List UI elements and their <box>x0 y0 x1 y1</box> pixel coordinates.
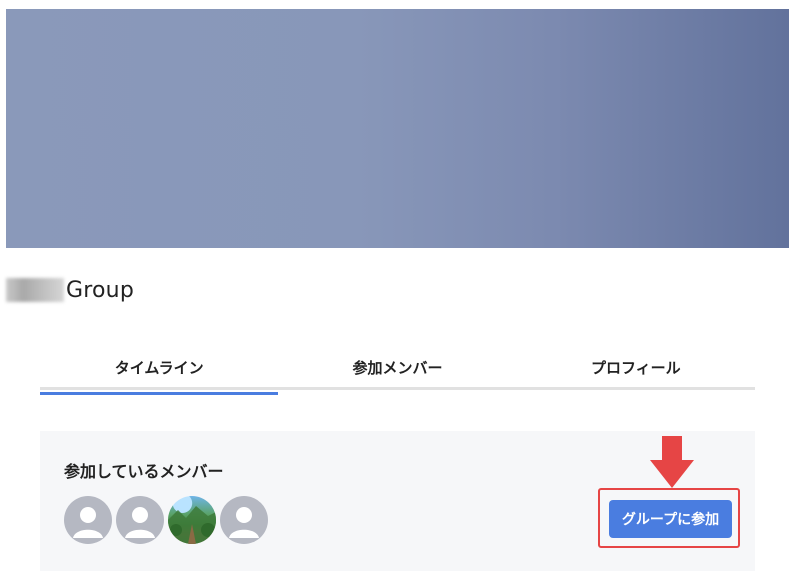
tab-profile-label: プロフィール <box>590 359 681 377</box>
user-icon <box>125 507 155 538</box>
member-avatar[interactable] <box>64 496 112 544</box>
member-avatar[interactable] <box>116 496 164 544</box>
redacted-group-name <box>6 278 64 302</box>
down-arrow-icon <box>650 436 694 488</box>
group-cover-image <box>6 9 789 248</box>
join-group-button[interactable]: グループに参加 <box>609 500 732 538</box>
member-avatar-list <box>64 496 268 544</box>
user-icon <box>229 507 259 538</box>
tab-members-label: 参加メンバー <box>352 359 443 377</box>
tab-members[interactable]: 参加メンバー <box>278 354 516 390</box>
group-title-text: Group <box>66 277 134 303</box>
group-title: Group <box>6 276 134 304</box>
tab-bar: タイムライン 参加メンバー プロフィール <box>40 354 755 395</box>
tab-timeline[interactable]: タイムライン <box>40 354 279 395</box>
user-icon <box>73 507 103 538</box>
tab-timeline-label: タイムライン <box>114 359 204 377</box>
landscape-photo-icon <box>168 506 216 544</box>
member-avatar[interactable] <box>220 496 268 544</box>
tab-profile[interactable]: プロフィール <box>517 354 755 390</box>
members-heading: 参加しているメンバー <box>64 462 224 481</box>
member-avatar-photo[interactable] <box>168 496 216 544</box>
